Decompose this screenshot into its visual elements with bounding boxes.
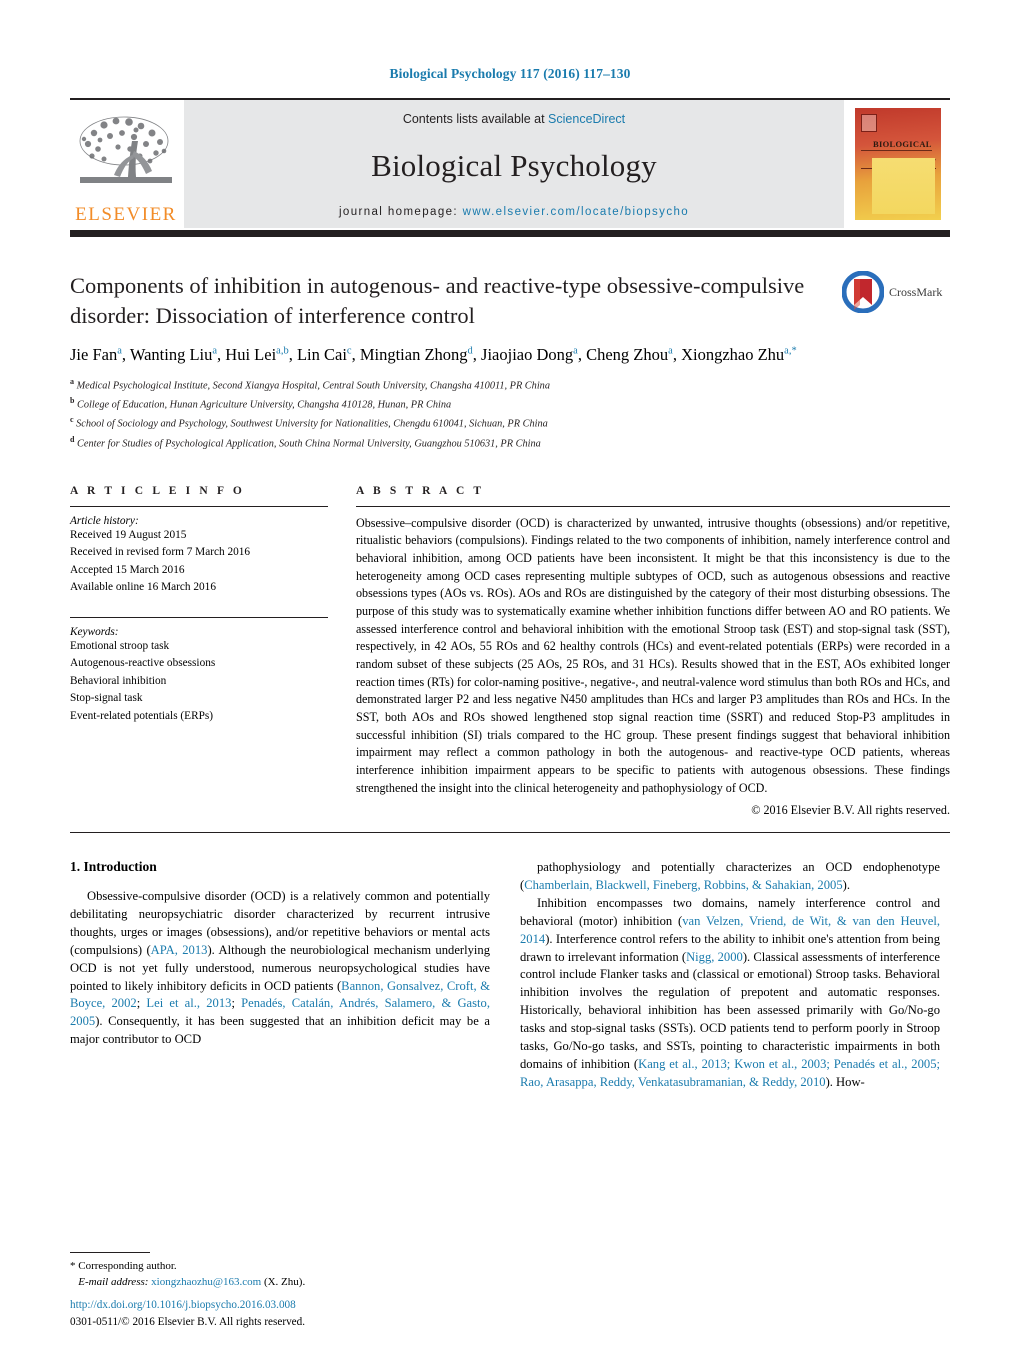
email-note: E-mail address: xiongzhaozhu@163.com (X.… [70,1275,490,1291]
keyword-item: Emotional stroop task [70,639,170,652]
elsevier-tree-icon [79,116,172,183]
affiliation-item: d Center for Studies of Psychological Ap… [70,434,541,449]
abstract-rule [356,505,950,507]
page-title: Components of inhibition in autogenous- … [70,273,805,328]
elsevier-logo: ELSEVIER [70,100,182,228]
article-info-column: A R T I C L E I N F O Article history: R… [70,485,328,819]
abstract-copyright: © 2016 Elsevier B.V. All rights reserved… [751,803,950,818]
affiliation-list: a Medical Psychological Institute, Secon… [70,376,950,452]
info-abstract-section: A R T I C L E I N F O Article history: R… [70,485,950,819]
abstract-heading: A B S T R A C T [356,484,485,497]
email-label: E-mail address: [78,1276,152,1289]
author-list: Jie Fana, Wanting Liua, Hui Leia,b, Lin … [70,345,797,365]
article-info-rule [70,505,328,507]
contents-list-line: Contents lists available at ScienceDirec… [403,112,625,126]
body-column-left: 1. Introduction Obsessive-compulsive dis… [70,859,490,1091]
sciencedirect-link[interactable]: ScienceDirect [548,112,625,126]
citation-kang[interactable]: Kang et al., 2013; Kwon et al., 2003; Pe… [520,1057,940,1089]
journal-band: Contents lists available at ScienceDirec… [184,100,844,228]
journal-masthead: ELSEVIER Contents lists available at Sci… [70,98,950,228]
intro-paragraph-right-2: Inhibition encompasses two domains, name… [520,895,940,1089]
crossmark-icon [842,271,884,313]
cover-artwork: BIOLOGICAL PSYCHOLOGY [855,108,941,220]
article-history-item: Received in revised form 7 March 2016 [70,546,251,559]
keywords-list: Emotional stroop task Autogenous-reactive… [70,638,328,726]
footnote-rule [70,1252,150,1254]
keywords-rule [70,616,328,618]
intro-paragraph-right-1: pathophysiology and potentially characte… [520,860,940,893]
citation-chamberlain[interactable]: Chamberlain, Blackwell, Fineberg, Robbin… [524,878,842,892]
journal-title: Biological Psychology [371,148,657,183]
crossmark-label: CrossMark [889,284,943,299]
email-link[interactable]: xiongzhaozhu@163.com [151,1276,261,1288]
abstract-text: Obsessive–compulsive disorder (OCD) is c… [356,515,950,795]
cover-title-line1: BIOLOGICAL [861,139,932,151]
keyword-item: Autogenous-reactive obsessions [70,657,216,670]
abstract-bottom-rule [70,832,950,834]
masthead-bottom-rule [70,230,950,237]
journal-homepage-line: journal homepage: www.elsevier.com/locat… [339,206,689,218]
corresponding-author-note: * Corresponding author. [70,1260,177,1273]
email-suffix: (X. Zhu). [261,1276,306,1289]
affiliation-item: a Medical Psychological Institute, Secon… [70,377,550,392]
affiliation-item: b College of Education, Hunan Agricultur… [70,396,452,411]
elsevier-wordmark: ELSEVIER [75,204,177,225]
journal-cover-thumbnail: BIOLOGICAL PSYCHOLOGY [846,100,950,228]
article-page: Biological Psychology 117 (2016) 117–130 [0,0,1020,1351]
footer-doi-block: http://dx.doi.org/10.1016/j.biopsycho.20… [70,1297,305,1331]
citation-nigg[interactable]: Nigg, 2000 [686,950,743,964]
running-head: Biological Psychology 117 (2016) 117–130 [389,66,631,81]
contents-prefix: Contents lists available at [402,112,549,126]
body-column-right: pathophysiology and potentially characte… [520,859,940,1091]
intro-paragraph-left: Obsessive-compulsive disorder (OCD) is a… [70,889,490,1047]
keyword-item: Behavioral inhibition [70,674,167,687]
keyword-item: Stop-signal task [70,692,143,705]
citation-lei[interactable]: Lei et al., 2013 [146,996,231,1010]
abstract-column: A B S T R A C T Obsessive–compulsive dis… [356,485,950,819]
doi-link[interactable]: http://dx.doi.org/10.1016/j.biopsycho.20… [70,1297,305,1314]
article-info-heading: A R T I C L E I N F O [70,484,245,497]
journal-homepage-link[interactable]: www.elsevier.com/locate/biopsycho [463,206,689,218]
citation-vanvelzen[interactable]: van Velzen, Vriend, de Wit, & van den He… [520,914,940,946]
section-heading-introduction: 1. Introduction [70,859,157,875]
affiliation-item: c School of Sociology and Psychology, So… [70,415,548,430]
keywords-label: Keywords: [70,625,119,638]
keyword-item: Event-related potentials (ERPs) [70,709,214,722]
article-history-item: Received 19 August 2015 [70,528,187,541]
issn-copyright: 0301-0511/© 2016 Elsevier B.V. All right… [70,1316,306,1329]
homepage-prefix: journal homepage: [338,206,463,218]
cover-blank-panel [872,158,935,214]
article-history-list: Received 19 August 2015 Received in revis… [70,527,328,597]
citation-apa[interactable]: APA, 2013 [151,943,208,957]
article-history-item: Available online 16 March 2016 [70,581,216,594]
crossmark-badge[interactable]: CrossMark [842,271,950,313]
article-history-item: Accepted 15 March 2016 [70,563,185,576]
cover-mini-logo-icon [861,114,877,132]
footnote-area: * Corresponding author. E-mail address: … [70,1252,490,1291]
title-block: CrossMark Components of inhibition in au… [70,271,950,453]
body-columns: 1. Introduction Obsessive-compulsive dis… [70,859,950,1091]
article-history-label: Article history: [70,514,139,527]
